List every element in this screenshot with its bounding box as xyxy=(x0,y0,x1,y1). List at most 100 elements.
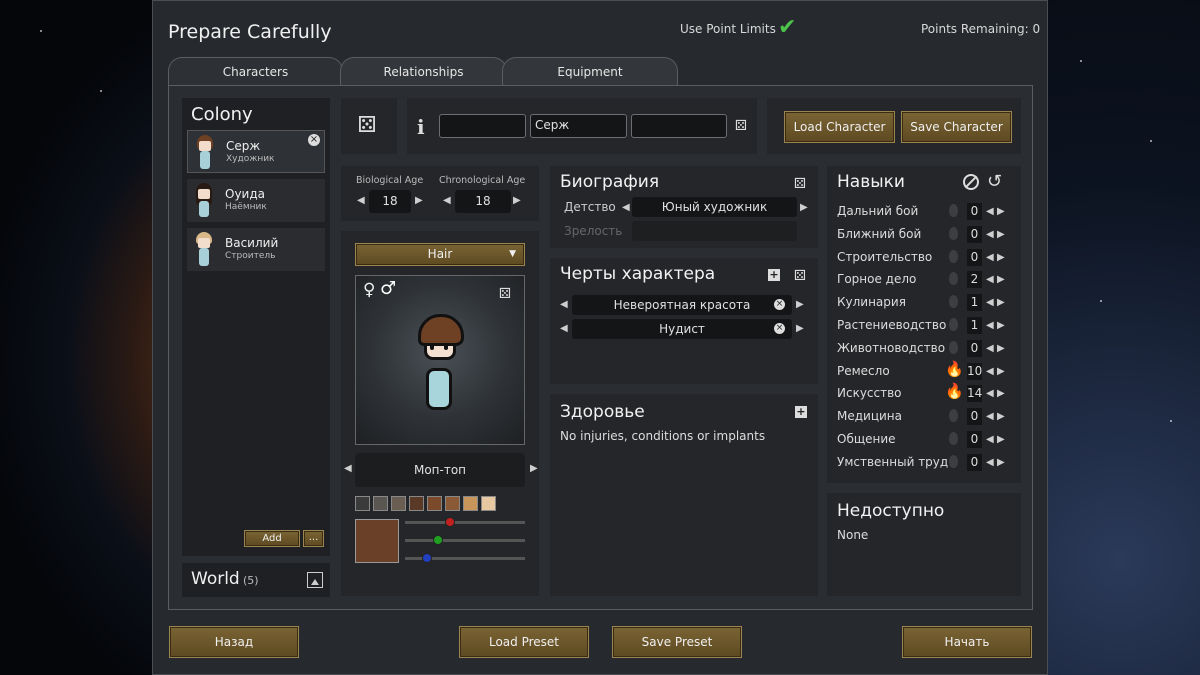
color-swatch[interactable] xyxy=(355,496,370,511)
passion-empty-icon[interactable] xyxy=(949,226,958,240)
randomize-name-icon[interactable]: ⚄ xyxy=(733,118,749,134)
passion-empty-icon[interactable] xyxy=(949,409,958,423)
skill-value[interactable]: 1 xyxy=(967,294,982,312)
skill-value[interactable]: 0 xyxy=(967,339,982,357)
last-name-field[interactable] xyxy=(631,114,727,138)
skill-increase[interactable]: ▶ xyxy=(997,297,1005,308)
more-pawn-button[interactable]: ... xyxy=(303,530,324,547)
remove-trait-icon[interactable]: × xyxy=(774,323,785,334)
info-icon[interactable]: i xyxy=(417,115,425,139)
skill-value[interactable]: 0 xyxy=(967,453,982,471)
trait-next[interactable]: ▶ xyxy=(796,323,804,334)
skill-increase[interactable]: ▶ xyxy=(997,252,1005,263)
skill-increase[interactable]: ▶ xyxy=(997,411,1005,422)
passion-fire-icon[interactable]: 🔥 xyxy=(945,382,964,400)
tab-relationships[interactable]: Relationships xyxy=(340,57,507,87)
hair-prev-arrow[interactable]: ◀ xyxy=(344,463,352,474)
pawn-item[interactable]: Василий Строитель xyxy=(187,228,325,271)
hair-style-selector[interactable]: Моп-топ xyxy=(355,453,525,487)
start-button[interactable]: Начать xyxy=(902,626,1032,658)
reset-skills-icon[interactable]: ↺ xyxy=(987,171,1002,192)
chrono-age-value[interactable]: 18 xyxy=(455,190,511,213)
trait-prev[interactable]: ◀ xyxy=(560,323,568,334)
add-health-icon[interactable]: + xyxy=(795,406,807,418)
hair-next-arrow[interactable]: ▶ xyxy=(530,463,538,474)
back-button[interactable]: Назад xyxy=(169,626,299,658)
color-swatch[interactable] xyxy=(463,496,478,511)
slider-knob[interactable] xyxy=(444,517,455,527)
skill-value[interactable]: 0 xyxy=(967,225,982,243)
bio-age-decrease[interactable]: ◀ xyxy=(357,195,365,206)
passion-empty-icon[interactable] xyxy=(949,454,958,468)
skill-decrease[interactable]: ◀ xyxy=(986,206,994,217)
passion-fire-icon[interactable]: 🔥 xyxy=(945,360,964,378)
passion-empty-icon[interactable] xyxy=(949,295,958,309)
pawn-item[interactable]: Оуида Наёмник xyxy=(187,179,325,222)
childhood-next[interactable]: ▶ xyxy=(800,202,808,213)
skill-decrease[interactable]: ◀ xyxy=(986,297,994,308)
skill-increase[interactable]: ▶ xyxy=(997,229,1005,240)
skill-value[interactable]: 14 xyxy=(967,385,982,403)
skill-increase[interactable]: ▶ xyxy=(997,320,1005,331)
green-slider[interactable] xyxy=(405,535,525,545)
skill-decrease[interactable]: ◀ xyxy=(986,343,994,354)
color-swatch[interactable] xyxy=(409,496,424,511)
trait-next[interactable]: ▶ xyxy=(796,299,804,310)
passion-empty-icon[interactable] xyxy=(949,340,958,354)
gender-female-icon[interactable]: ♀ xyxy=(363,280,375,300)
passion-empty-icon[interactable] xyxy=(949,272,958,286)
remove-trait-icon[interactable]: × xyxy=(774,299,785,310)
skill-value[interactable]: 10 xyxy=(967,362,982,380)
save-preset-button[interactable]: Save Preset xyxy=(612,626,742,658)
skill-value[interactable]: 0 xyxy=(967,431,982,448)
skill-decrease[interactable]: ◀ xyxy=(986,366,994,377)
nick-name-field[interactable]: Серж xyxy=(530,114,627,138)
bio-age-increase[interactable]: ▶ xyxy=(415,195,423,206)
clear-skills-icon[interactable] xyxy=(963,174,979,190)
skill-decrease[interactable]: ◀ xyxy=(986,252,994,263)
passion-empty-icon[interactable] xyxy=(949,204,958,217)
save-character-button[interactable]: Save Character xyxy=(901,111,1012,143)
passion-empty-icon[interactable] xyxy=(949,318,958,331)
randomize-dice-icon[interactable]: ⚄ xyxy=(354,115,380,137)
gender-male-icon[interactable]: ♂ xyxy=(380,278,396,299)
childhood-value[interactable]: Юный художник xyxy=(632,197,797,217)
skill-value[interactable]: 0 xyxy=(967,248,982,266)
blue-slider[interactable] xyxy=(405,553,525,563)
load-character-button[interactable]: Load Character xyxy=(784,111,895,143)
skill-increase[interactable]: ▶ xyxy=(997,206,1005,217)
add-trait-icon[interactable]: + xyxy=(768,269,780,281)
pawn-item[interactable]: Серж Художник × xyxy=(187,130,325,173)
passion-empty-icon[interactable] xyxy=(949,249,958,263)
skill-decrease[interactable]: ◀ xyxy=(986,434,994,445)
skill-increase[interactable]: ▶ xyxy=(997,343,1005,354)
trait-row[interactable]: ◀ Нудист × ▶ xyxy=(558,318,808,340)
childhood-prev[interactable]: ◀ xyxy=(622,202,630,213)
skill-decrease[interactable]: ◀ xyxy=(986,320,994,331)
trait-prev[interactable]: ◀ xyxy=(560,299,568,310)
passion-empty-icon[interactable] xyxy=(949,432,958,445)
skill-value[interactable]: 1 xyxy=(967,317,982,334)
randomize-traits-icon[interactable]: ⚄ xyxy=(792,268,808,284)
skill-increase[interactable]: ▶ xyxy=(997,457,1005,468)
red-slider[interactable] xyxy=(405,517,525,527)
checkmark-icon[interactable]: ✔ xyxy=(778,15,796,40)
layer-dropdown[interactable]: Hair ▼ xyxy=(355,243,525,266)
skill-increase[interactable]: ▶ xyxy=(997,274,1005,285)
load-preset-button[interactable]: Load Preset xyxy=(459,626,589,658)
color-swatch[interactable] xyxy=(373,496,388,511)
skill-decrease[interactable]: ◀ xyxy=(986,388,994,399)
skill-decrease[interactable]: ◀ xyxy=(986,411,994,422)
chrono-age-increase[interactable]: ▶ xyxy=(513,195,521,206)
skill-value[interactable]: 0 xyxy=(967,408,982,426)
skill-increase[interactable]: ▶ xyxy=(997,434,1005,445)
add-pawn-button[interactable]: Add xyxy=(244,530,300,547)
first-name-field[interactable] xyxy=(439,114,526,138)
skill-decrease[interactable]: ◀ xyxy=(986,229,994,240)
skill-decrease[interactable]: ◀ xyxy=(986,457,994,468)
color-swatch[interactable] xyxy=(391,496,406,511)
skill-increase[interactable]: ▶ xyxy=(997,388,1005,399)
randomize-appearance-icon[interactable]: ⚄ xyxy=(497,286,513,302)
color-swatch[interactable] xyxy=(481,496,496,511)
tab-equipment[interactable]: Equipment xyxy=(502,57,678,87)
